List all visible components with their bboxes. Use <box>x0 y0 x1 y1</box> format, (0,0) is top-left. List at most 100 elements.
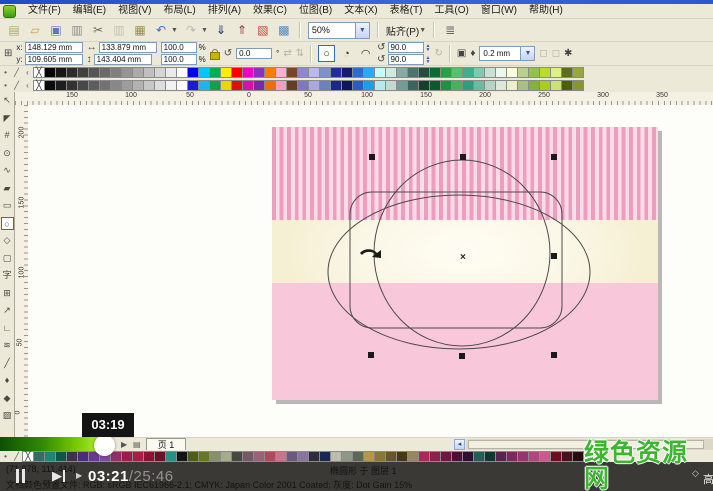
tool-crop[interactable]: # <box>1 129 14 142</box>
spinner-icon[interactable]: ▲ ▼ <box>426 43 431 52</box>
tool-text[interactable]: 字 <box>1 269 14 282</box>
rotation-angle-field[interactable]: 0.0 <box>236 48 273 59</box>
add-page-icon[interactable]: ▤ <box>133 440 141 449</box>
tool-outline-pen[interactable]: ♦ <box>1 374 14 387</box>
tool-rectangle[interactable]: ▭ <box>1 199 14 212</box>
copy-icon[interactable]: ▥ <box>111 22 127 38</box>
open-folder-icon[interactable]: ▱ <box>27 22 43 38</box>
undo-icon[interactable]: ↶ <box>153 22 169 38</box>
ellipse-mode-button[interactable]: ○ <box>318 45 336 62</box>
video-progress-bar[interactable] <box>0 437 104 451</box>
tool-fill[interactable]: ◆ <box>1 392 14 405</box>
scroll-left-icon[interactable]: ◂ <box>454 439 465 450</box>
color-swatch[interactable] <box>572 80 584 91</box>
palette-option-icon[interactable]: • <box>0 81 11 90</box>
tool-interactive-fill[interactable]: ▨ <box>1 409 14 422</box>
chevron-down-icon[interactable]: ▼ <box>171 27 178 34</box>
next-track-icon[interactable]: ▶ <box>52 468 65 484</box>
tool-smart-fill[interactable]: ▰ <box>1 182 14 195</box>
arc-mode-button[interactable]: ◠ <box>358 46 373 61</box>
tool-polygon[interactable]: ◇ <box>1 234 14 247</box>
palette-scroll-left-icon[interactable]: ‹ <box>22 81 33 90</box>
scale-h-field[interactable]: 100.0 <box>160 42 197 53</box>
tool-shape[interactable]: ◤ <box>1 112 14 125</box>
mirror-horizontal-icon[interactable]: ⇄ <box>283 48 291 59</box>
pause-icon[interactable] <box>16 469 28 483</box>
chevron-down-icon[interactable]: ▼ <box>201 27 208 34</box>
cut-icon[interactable]: ✂ <box>90 22 106 38</box>
tool-eyedropper[interactable]: ╱ <box>1 357 14 370</box>
chevron-down-icon[interactable]: ▼ <box>520 47 535 60</box>
tool-blend[interactable]: ≋ <box>1 339 14 352</box>
import-icon[interactable]: ⇓ <box>213 22 229 38</box>
horizontal-scrollbar[interactable] <box>466 439 713 450</box>
scale-v-field[interactable]: 100.0 <box>160 54 197 65</box>
to-front-icon[interactable]: ▣ <box>457 48 466 59</box>
object-height-field[interactable]: 143.404 mm <box>93 54 152 65</box>
outline-width-combo[interactable]: 0.2 mm ▼ <box>479 46 536 61</box>
standard-toolbar: ▤ ▱ ▣ ▥ ✂ ▥ ▦ ↶ ▼ ↷ ▼ ⇓ ⇑ ▧ ▩ 50% ▼ 贴齐(P) ▼ ≣ <box>0 19 713 42</box>
artwork-rectangle[interactable] <box>272 127 658 400</box>
menu-item-3[interactable]: 布局(L) <box>157 4 201 18</box>
new-document-icon[interactable]: ▤ <box>6 22 22 38</box>
palette-scroll-left-icon[interactable]: ‹ <box>22 68 33 77</box>
next-page-icon[interactable]: ▶ <box>121 440 127 449</box>
horizontal-ruler[interactable]: 150 100 50 0 50 100 150 200 250 300 350 <box>15 92 713 106</box>
menu-item-8[interactable]: 表格(T) <box>384 4 429 18</box>
palette-option-icon[interactable]: • <box>0 68 11 77</box>
pie-mode-button[interactable]: ◔ <box>339 46 354 61</box>
menu-item-10[interactable]: 窗口(W) <box>475 4 523 18</box>
wrap-text-icon[interactable]: ◻ <box>539 48 547 59</box>
mirror-vertical-icon[interactable]: ⇅ <box>296 48 304 59</box>
menu-item-1[interactable]: 编辑(E) <box>67 4 112 18</box>
tool-pick[interactable]: ↖ <box>1 94 14 107</box>
tool-dimension[interactable]: ↗ <box>1 304 14 317</box>
welcome-screen-icon[interactable]: ▩ <box>276 22 292 38</box>
application-launcher-icon[interactable]: ▧ <box>255 22 271 38</box>
horizontal-scrollbar-thumb[interactable] <box>468 440 704 449</box>
menu-item-5[interactable]: 效果(C) <box>247 4 293 18</box>
y-position-field[interactable]: 109.605 mm <box>24 54 83 65</box>
tool-ellipse[interactable]: ○ <box>0 216 14 230</box>
zoom-level-combo[interactable]: 50% ▼ <box>307 21 370 39</box>
eyedropper-icon[interactable]: ╱ <box>11 81 22 90</box>
menu-item-9[interactable]: 工具(O) <box>428 4 474 18</box>
tool-basic-shapes[interactable]: ▢ <box>1 252 14 265</box>
tool-connector[interactable]: ∟ <box>1 322 14 335</box>
save-icon[interactable]: ▣ <box>48 22 64 38</box>
x-position-field[interactable]: 148.129 mm <box>24 42 83 53</box>
video-playhead[interactable] <box>94 435 115 456</box>
color-swatch[interactable] <box>572 450 584 462</box>
eyedropper-icon[interactable]: ╱ <box>11 68 22 77</box>
print-icon[interactable]: ▥ <box>69 22 85 38</box>
menu-item-2[interactable]: 视图(V) <box>112 4 157 18</box>
export-icon[interactable]: ⇑ <box>234 22 250 38</box>
eyedropper-icon[interactable]: ╱ <box>11 452 22 461</box>
play-mini-icon[interactable]: ▶ <box>76 471 82 480</box>
spinner-icon[interactable]: ▲ ▼ <box>426 55 431 64</box>
menu-item-7[interactable]: 文本(X) <box>338 4 383 18</box>
snap-to-dropdown[interactable]: 贴齐(P) ▼ <box>386 23 426 38</box>
lock-ratio-icon[interactable] <box>209 48 220 60</box>
settings-icon[interactable]: ✱ <box>564 48 572 59</box>
color-swatch[interactable] <box>572 67 584 78</box>
redo-icon[interactable]: ↷ <box>183 22 199 38</box>
options-icon[interactable]: ≣ <box>442 22 458 38</box>
paste-icon[interactable]: ▦ <box>132 22 148 38</box>
chevron-down-icon[interactable]: ▼ <box>354 22 369 38</box>
menu-item-4[interactable]: 排列(A) <box>202 4 247 18</box>
menu-item-0[interactable]: 文件(F) <box>22 4 67 18</box>
change-direction-icon[interactable]: ↻ <box>434 48 442 59</box>
tool-freehand[interactable]: ∿ <box>1 164 14 177</box>
vertical-ruler[interactable]: 200 150 100 50 0 <box>14 105 29 437</box>
menu-item-6[interactable]: 位图(B) <box>293 4 338 18</box>
palette-option-icon[interactable]: • <box>0 452 11 461</box>
toolbar-separator <box>376 22 379 38</box>
end-angle-field[interactable]: 90.0 <box>387 54 424 65</box>
menu-item-11[interactable]: 帮助(H) <box>523 4 569 18</box>
tool-table[interactable]: ⊞ <box>1 287 14 300</box>
object-width-field[interactable]: 133.879 mm <box>98 42 157 53</box>
tool-zoom[interactable]: ⊙ <box>1 147 14 160</box>
convert-icon[interactable]: ◻ <box>552 48 560 59</box>
start-angle-field[interactable]: 90.0 <box>387 42 424 53</box>
